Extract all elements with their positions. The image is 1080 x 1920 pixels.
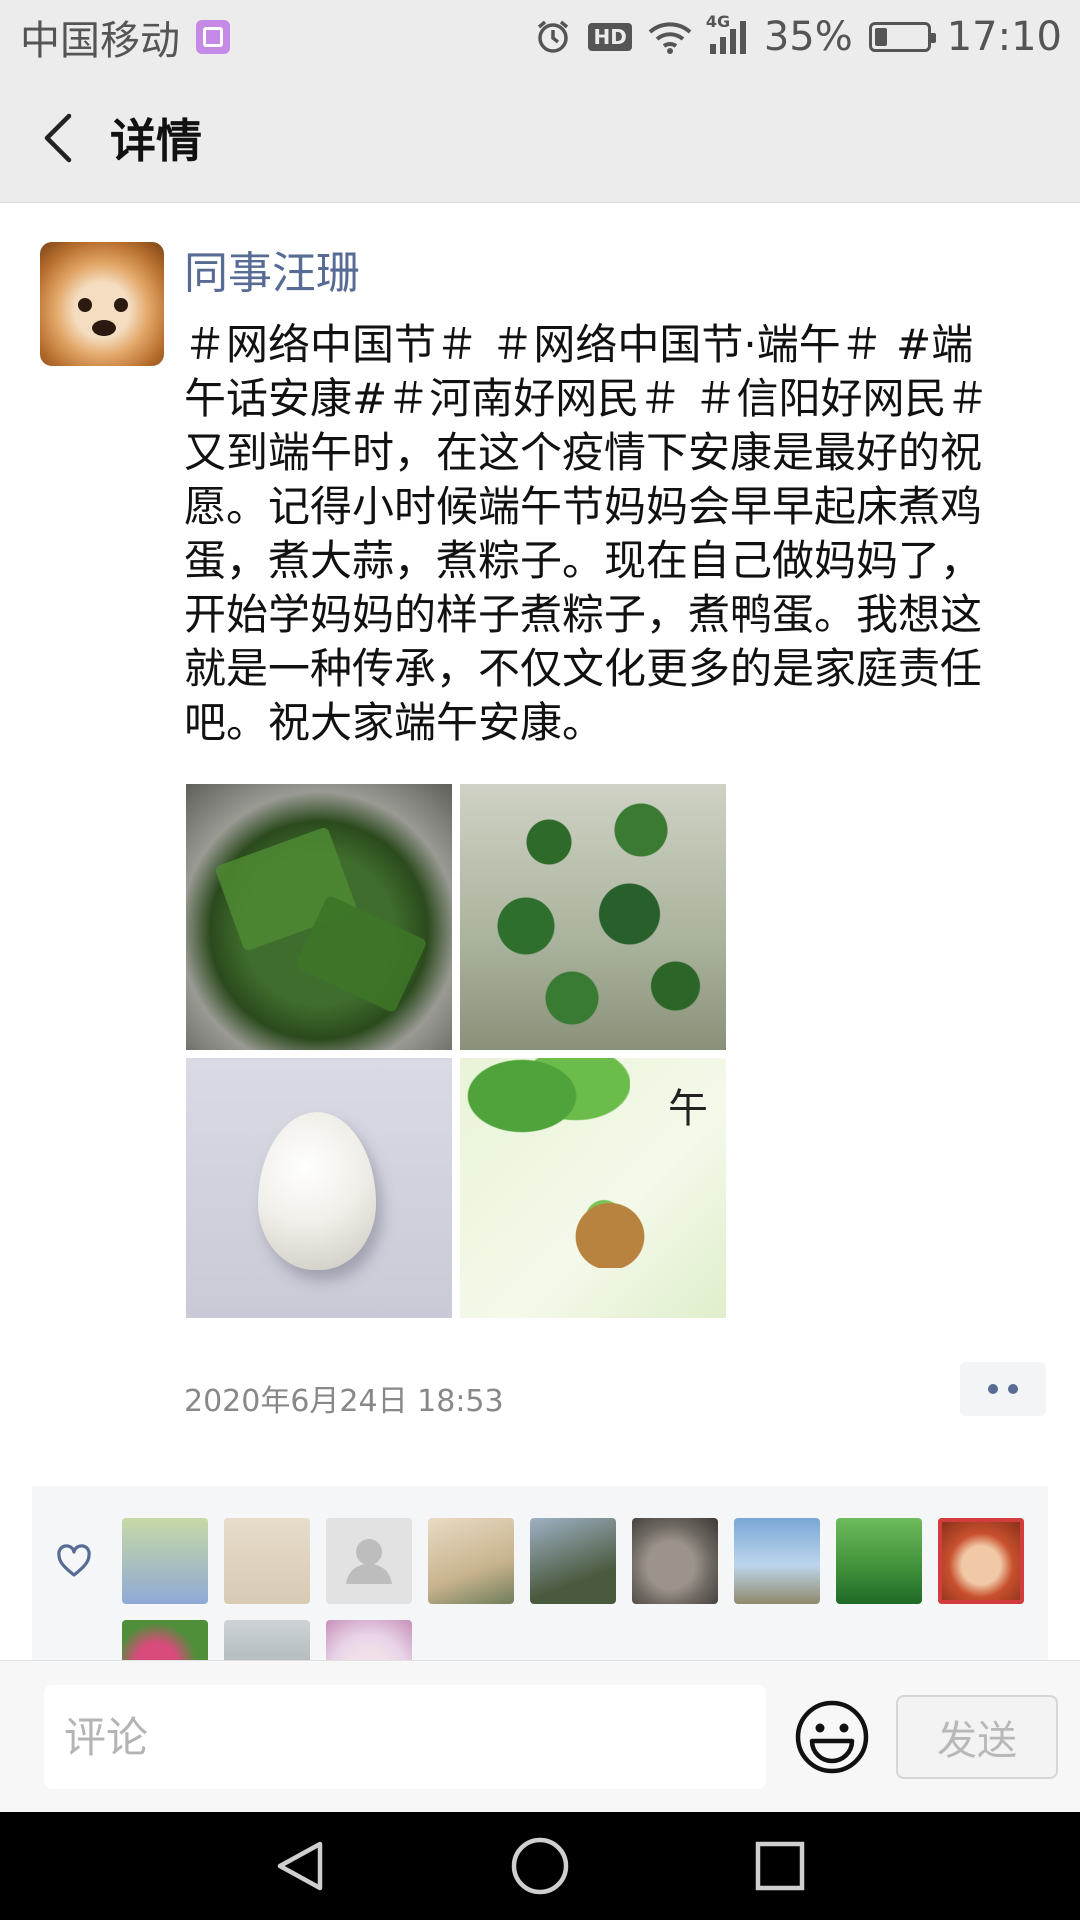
author-name-link[interactable]: 同事汪珊 xyxy=(184,246,360,302)
battery-percent: 35% xyxy=(763,14,853,60)
card-character: 午 xyxy=(668,1086,708,1132)
more-dots-icon xyxy=(988,1384,998,1394)
clock: 17:10 xyxy=(946,14,1062,60)
more-actions-button[interactable] xyxy=(960,1362,1046,1416)
square-recents-icon xyxy=(755,1841,805,1891)
nav-recents-button[interactable] xyxy=(750,1836,810,1896)
liker-avatar[interactable] xyxy=(224,1620,310,1660)
page-title: 详情 xyxy=(110,114,202,168)
liker-avatar[interactable] xyxy=(836,1518,922,1604)
network-type-label: 4G xyxy=(705,12,731,31)
gallery-notification-icon xyxy=(196,20,230,54)
status-bar: 中国移动 HD 4G 35% 17:10 xyxy=(0,0,1080,74)
photo-festival-card[interactable]: 午 xyxy=(460,1058,726,1318)
nav-back-button[interactable] xyxy=(270,1836,330,1896)
liker-avatar[interactable] xyxy=(734,1518,820,1604)
liker-avatar[interactable] xyxy=(530,1518,616,1604)
triangle-back-icon xyxy=(277,1841,323,1891)
system-navigation-bar xyxy=(0,1812,1080,1920)
photo-grid: 午 xyxy=(186,784,728,1318)
liker-avatar[interactable] xyxy=(326,1518,412,1604)
liker-avatar[interactable] xyxy=(326,1620,412,1660)
top-app-bar: 详情 xyxy=(0,74,1080,203)
comment-bar: 发送 xyxy=(0,1660,1080,1813)
chevron-left-icon xyxy=(44,113,72,163)
liker-avatar[interactable] xyxy=(224,1518,310,1604)
back-button[interactable] xyxy=(8,74,108,202)
liker-avatar[interactable] xyxy=(938,1518,1024,1604)
post-timestamp: 2020年6月24日 18:53 xyxy=(184,1384,504,1419)
hd-icon: HD xyxy=(588,23,632,51)
likes-panel xyxy=(32,1486,1048,1660)
comment-input[interactable] xyxy=(44,1685,766,1789)
cellular-signal-icon: 4G xyxy=(706,12,748,54)
author-avatar[interactable] xyxy=(40,242,164,366)
send-button[interactable]: 发送 xyxy=(896,1695,1058,1779)
liker-avatar[interactable] xyxy=(632,1518,718,1604)
liker-avatar[interactable] xyxy=(122,1518,208,1604)
carrier-label: 中国移动 xyxy=(20,18,180,64)
liker-avatar[interactable] xyxy=(428,1518,514,1604)
liker-avatar[interactable] xyxy=(122,1620,208,1660)
battery-icon xyxy=(868,22,936,52)
heart-icon xyxy=(56,1544,92,1582)
photo-mugwort[interactable] xyxy=(460,784,726,1050)
wifi-icon xyxy=(648,20,692,54)
smiley-icon xyxy=(795,1700,869,1774)
circle-home-icon xyxy=(511,1837,569,1895)
photo-zongzi[interactable] xyxy=(186,784,452,1050)
photo-egg[interactable] xyxy=(186,1058,452,1318)
alarm-icon xyxy=(534,18,572,56)
post-text: ＃网络中国节＃ ＃网络中国节·端午＃ #端午话安康#＃河南好网民＃ ＃信阳好网民… xyxy=(184,320,989,747)
nav-home-button[interactable] xyxy=(510,1836,570,1896)
emoji-button[interactable] xyxy=(792,1697,872,1777)
